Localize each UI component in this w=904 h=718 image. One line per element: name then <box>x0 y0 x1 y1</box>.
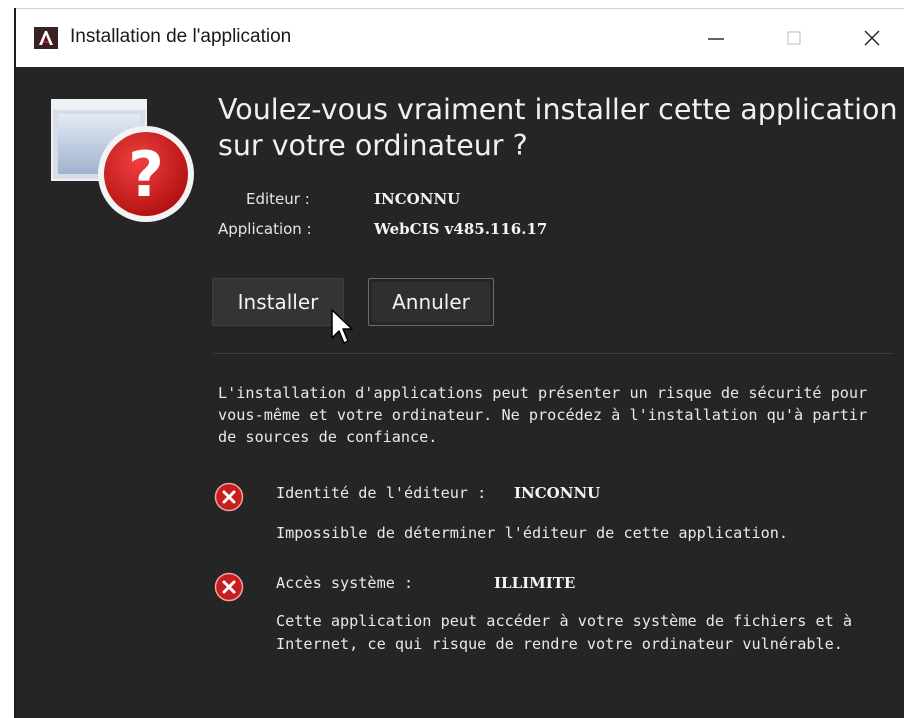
publisher-identity-label: Identité de l'éditeur : <box>276 484 487 502</box>
application-row: Application : WebCIS v485.116.17 <box>16 220 904 242</box>
mouse-cursor-icon <box>330 308 354 346</box>
error-x-icon <box>214 482 244 512</box>
install-dialog-window: Installation de l'application ? Voulez-v… <box>14 8 904 718</box>
minimize-icon <box>708 38 724 40</box>
maximize-button[interactable] <box>774 19 814 57</box>
cancel-button[interactable]: Annuler <box>368 278 494 326</box>
dialog-headline: Voulez-vous vraiment installer cette app… <box>218 93 898 162</box>
application-value: WebCIS v485.116.17 <box>374 220 548 238</box>
minimize-button[interactable] <box>696 19 736 57</box>
window-title: Installation de l'application <box>70 26 292 47</box>
system-access-value: ILLIMITE <box>494 574 576 592</box>
publisher-value: INCONNU <box>374 190 461 208</box>
maximize-icon <box>787 31 801 45</box>
publisher-identity-value: INCONNU <box>514 484 601 502</box>
install-button[interactable]: Installer <box>212 278 344 326</box>
divider <box>214 353 894 354</box>
security-warning-text: L'installation d'applications peut prése… <box>218 384 868 446</box>
application-label: Application : <box>218 220 312 238</box>
publisher-label: Editeur : <box>246 190 310 208</box>
publisher-identity-description: Impossible de déterminer l'éditeur de ce… <box>276 524 789 542</box>
system-access-description: Cette application peut accéder à votre s… <box>276 612 853 653</box>
close-button[interactable] <box>852 19 892 57</box>
application-question-icon: ? <box>50 98 210 238</box>
publisher-row: Editeur : INCONNU <box>16 190 904 212</box>
title-bar[interactable]: Installation de l'application <box>16 8 904 67</box>
system-access-label: Accès système : <box>276 574 414 592</box>
adobe-air-icon <box>34 27 58 49</box>
close-icon <box>864 30 880 46</box>
error-x-icon <box>214 572 244 602</box>
